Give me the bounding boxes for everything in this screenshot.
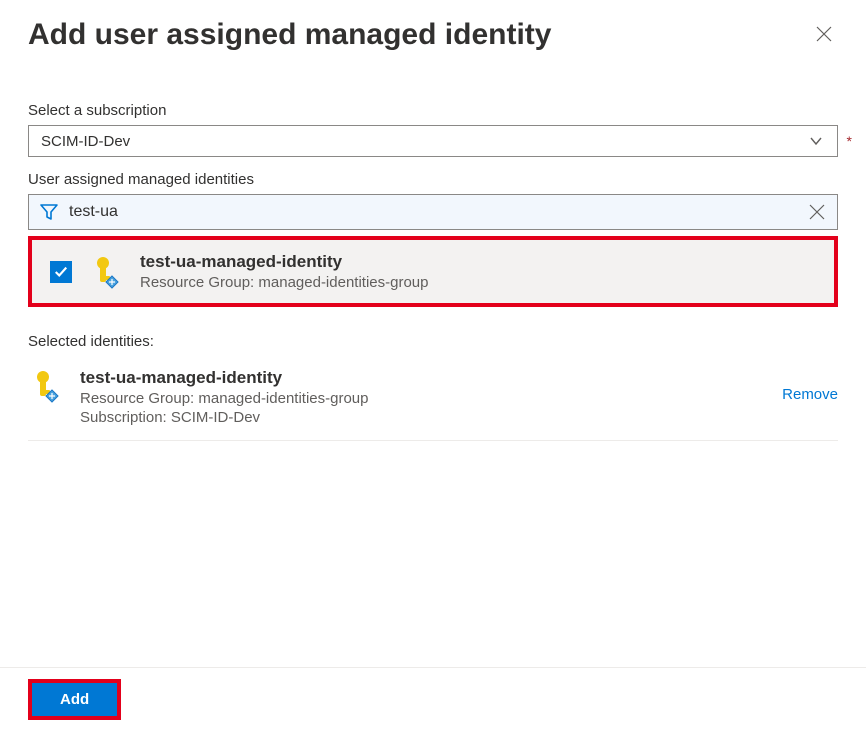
panel-footer: Add — [0, 667, 866, 731]
close-icon — [816, 26, 832, 42]
selected-subscription: Subscription: SCIM-ID-Dev — [80, 409, 766, 426]
result-name: test-ua-managed-identity — [140, 252, 429, 272]
identity-result-row[interactable]: test-ua-managed-identity Resource Group:… — [32, 240, 834, 303]
close-icon — [809, 204, 825, 220]
chevron-down-icon — [807, 132, 825, 150]
checkmark-icon — [54, 265, 68, 279]
selected-identities-label: Selected identities: — [28, 333, 838, 350]
subscription-label: Select a subscription — [28, 102, 838, 119]
remove-identity-link[interactable]: Remove — [782, 386, 838, 403]
filter-icon — [29, 203, 69, 221]
selected-name: test-ua-managed-identity — [80, 368, 766, 388]
clear-filter-button[interactable] — [797, 204, 837, 220]
identities-filter-input[interactable] — [69, 203, 797, 221]
selected-resource-group: Resource Group: managed-identities-group — [80, 390, 766, 407]
close-panel-button[interactable] — [810, 20, 838, 53]
result-resource-group: Resource Group: managed-identities-group — [140, 274, 429, 291]
subscription-value: SCIM-ID-Dev — [41, 133, 130, 150]
search-result-highlight: test-ua-managed-identity Resource Group:… — [28, 236, 838, 307]
required-indicator: * — [847, 133, 852, 149]
result-checkbox[interactable] — [50, 261, 72, 283]
managed-identity-icon — [28, 368, 64, 404]
add-button-highlight: Add — [28, 679, 121, 720]
page-title: Add user assigned managed identity — [28, 18, 551, 52]
add-button[interactable]: Add — [32, 683, 117, 716]
identities-label: User assigned managed identities — [28, 171, 838, 188]
subscription-select[interactable]: SCIM-ID-Dev — [28, 125, 838, 157]
selected-identity-row: test-ua-managed-identity Resource Group:… — [28, 360, 838, 441]
managed-identity-icon — [88, 254, 124, 290]
